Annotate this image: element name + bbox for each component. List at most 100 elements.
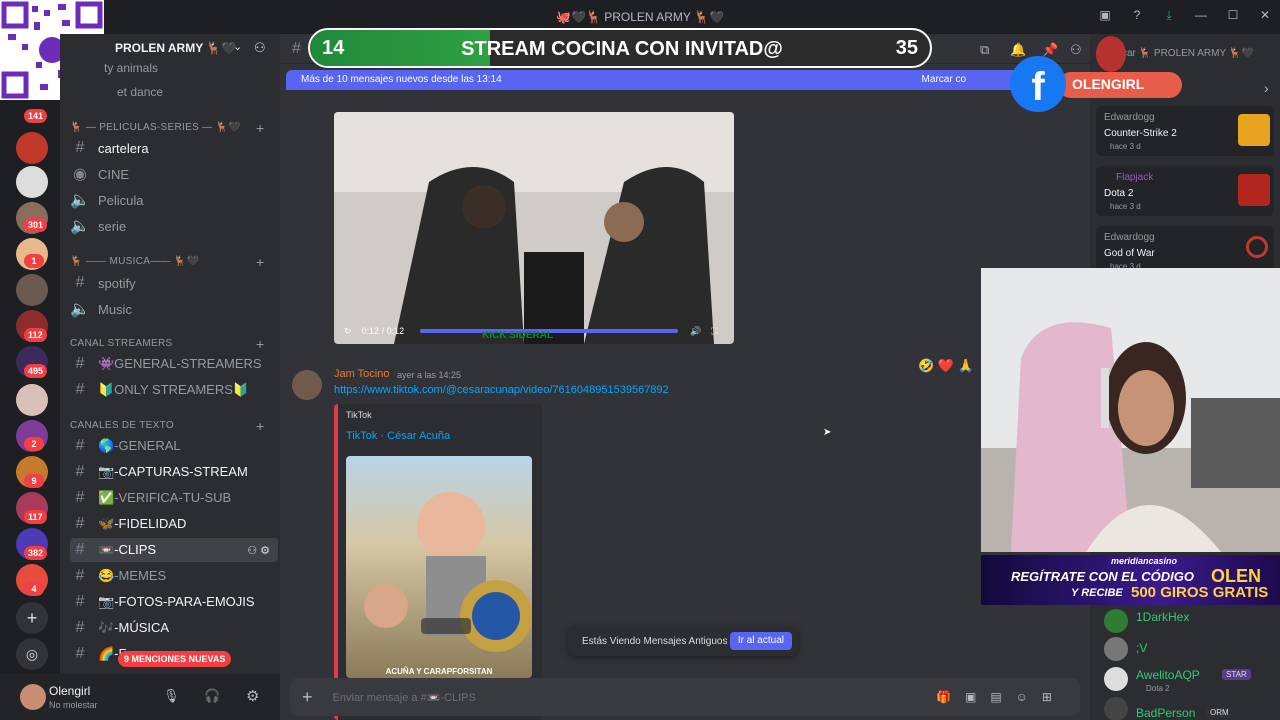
- discord-window: 🐙🖤🦌 PROLEN ARMY 🦌🖤 ▣ ? ⤓ — ☐ ✕ + ◎ 141 3…: [0, 0, 1280, 720]
- message-author[interactable]: Jam Tocino: [334, 368, 389, 380]
- mark-read-link[interactable]: Marcar co: [922, 70, 966, 90]
- help-icon[interactable]: ?: [1130, 8, 1144, 22]
- add-channel-icon[interactable]: +: [256, 254, 264, 270]
- threads-icon[interactable]: ⧉: [980, 42, 989, 58]
- channel-cartelera[interactable]: # cartelera: [70, 136, 278, 160]
- add-channel-icon[interactable]: +: [256, 418, 264, 434]
- new-messages-bar[interactable]: Más de 10 mensajes nuevos desde las 13:1…: [286, 70, 1026, 90]
- channel-cine[interactable]: ◉ CINE: [70, 162, 278, 186]
- download-icon[interactable]: ⤓: [1162, 8, 1176, 22]
- channel-pelicula[interactable]: 🔈 Pelicula: [70, 188, 278, 212]
- add-server-icon[interactable]: +: [16, 602, 48, 634]
- member-name[interactable]: BadPerson: [1136, 706, 1195, 720]
- stage-icon: ◉: [73, 166, 87, 183]
- window-controls: ▣ ? ⤓ — ☐ ✕: [1098, 8, 1272, 22]
- hash-icon: #: [75, 593, 85, 610]
- activity-card[interactable]: Flapjack Dota 2 hace 3 d: [1096, 166, 1274, 216]
- channel-verifica[interactable]: # ✅-VERIFICA-TU-SUB: [70, 486, 278, 510]
- channel-name-partial[interactable]: ty animals: [104, 61, 158, 75]
- channel-label: 🔰ONLY STREAMERS🔰: [98, 382, 250, 397]
- add-member-icon[interactable]: ⚇: [254, 40, 266, 56]
- channel-fidelidad[interactable]: # 🦋-FIDELIDAD: [70, 512, 278, 536]
- channel-spotify[interactable]: # spotify: [70, 271, 278, 295]
- avatar[interactable]: [1104, 609, 1128, 633]
- member-name[interactable]: 1DarkHex: [1136, 610, 1189, 624]
- add-channel-icon[interactable]: +: [256, 120, 264, 136]
- category-texto[interactable]: CANALES DE TEXTO +: [70, 418, 264, 434]
- channel-music[interactable]: 🔈 Music: [70, 297, 278, 321]
- server-icon[interactable]: [16, 384, 48, 416]
- server-icon[interactable]: [16, 166, 48, 198]
- channel-label: Pelicula: [98, 192, 144, 208]
- message-link[interactable]: https://www.tiktok.com/@cesaracunap/vide…: [334, 384, 669, 396]
- maximize-icon[interactable]: ☐: [1226, 8, 1240, 22]
- chevron-down-icon[interactable]: ⌄: [233, 40, 242, 53]
- facebook-name: OLENGIRL: [1072, 76, 1145, 92]
- microphone-icon[interactable]: 🎙: [163, 688, 180, 704]
- headphones-icon[interactable]: 🎧: [204, 688, 220, 704]
- reaction-icons[interactable]: 🤣 ❤️ 🙏: [918, 358, 974, 374]
- avatar[interactable]: [1104, 667, 1128, 691]
- channel-name-partial[interactable]: et dance: [117, 85, 163, 99]
- new-messages-text: Más de 10 mensajes nuevos desde las 13:1…: [301, 74, 502, 85]
- member-tag: ORM: [1206, 707, 1233, 718]
- channel-musica[interactable]: # 🎶-MÚSICA: [70, 616, 278, 640]
- replay-icon[interactable]: ↻: [344, 326, 352, 337]
- channel-label: ✅-VERIFICA-TU-SUB: [98, 490, 232, 505]
- avatar[interactable]: [1104, 637, 1128, 661]
- member-name[interactable]: ;V: [1136, 641, 1147, 655]
- mentions-pill[interactable]: 9 MENCIONES NUEVAS: [118, 651, 232, 667]
- minimize-icon[interactable]: —: [1194, 8, 1208, 22]
- add-channel-icon[interactable]: +: [256, 336, 264, 352]
- channel-clips[interactable]: # 📼-CLIPS ⚇ ⚙: [70, 538, 278, 562]
- embed-thumbnail[interactable]: ACUÑA Y CARAPFORSITAN: [346, 456, 532, 678]
- channel-label: 📷-CAPTURAS-STREAM: [98, 464, 248, 479]
- embed-title[interactable]: TikTok · César Acuña: [346, 430, 450, 442]
- server-name[interactable]: PROLEN ARMY 🦌🖤: [115, 41, 236, 55]
- activity-card[interactable]: Edwardogg Counter-Strike 2 hace 3 d: [1096, 106, 1274, 156]
- channel-capturas[interactable]: # 📷-CAPTURAS-STREAM: [70, 460, 278, 484]
- avatar[interactable]: [1104, 697, 1128, 720]
- hash-icon: #: [75, 463, 85, 480]
- category-musica[interactable]: 🦌 —— MUSICA—— 🦌🖤 +: [70, 254, 264, 270]
- composer-tool-icons[interactable]: 🎁▣▤☺⊞: [936, 690, 1066, 704]
- channel-serie[interactable]: 🔈 serie: [70, 214, 278, 238]
- channel-settings-icons[interactable]: ⚇ ⚙: [247, 544, 270, 557]
- channel-sidebar: PROLEN ARMY 🦌🖤 ⌄ ⚇ ty animals et dance 🦌…: [60, 34, 280, 674]
- fullscreen-icon[interactable]: ⛶: [711, 326, 717, 337]
- category-peliculas[interactable]: 🦌 — PELICULAS-SERIES — 🦌🖤 +: [70, 120, 264, 136]
- settings-icon[interactable]: ⚙: [246, 687, 259, 705]
- video-player[interactable]: ↻ 0:12 / 0:12 🔊 ⛶ KICK SIDERAL: [334, 112, 734, 344]
- channel-label: 🎶-MÚSICA: [98, 620, 170, 635]
- inbox-icon[interactable]: ▣: [1098, 8, 1112, 22]
- close-icon[interactable]: ✕: [1258, 8, 1272, 22]
- mouse-cursor-icon: ➤: [823, 427, 832, 438]
- channel-memes[interactable]: # 😂-MEMES: [70, 564, 278, 588]
- channel-general[interactable]: # 🌎-GENERAL: [70, 434, 278, 458]
- hash-icon: #: [75, 645, 85, 662]
- casino-promo: 500 GIROS GRATIS: [1131, 584, 1269, 601]
- category-label: 🦌 —— MUSICA—— 🦌🖤: [70, 256, 200, 267]
- server-icon[interactable]: [16, 132, 48, 164]
- member-tag: STAR: [1222, 669, 1251, 680]
- hash-icon: #: [75, 489, 85, 506]
- server-icon[interactable]: [16, 274, 48, 306]
- jump-to-present-button[interactable]: Ir al actual: [729, 632, 792, 650]
- unread-badge: 112: [24, 328, 47, 342]
- chevron-right-icon[interactable]: ›: [1264, 80, 1269, 96]
- video-watermark: KICK SIDERAL: [482, 330, 554, 341]
- channel-fotos[interactable]: # 📷-FOTOS-PARA-EMOJIS: [70, 590, 278, 614]
- add-attachment-icon[interactable]: +: [302, 687, 313, 708]
- message-composer[interactable]: + Enviar mensaje a #📼-CLIPS 🎁▣▤☺⊞: [290, 678, 1080, 716]
- avatar[interactable]: [292, 370, 322, 400]
- channel-general-streamers[interactable]: # 👾GENERAL-STREAMERS: [70, 352, 278, 376]
- member-name[interactable]: AwelitoAQP: [1136, 668, 1200, 682]
- volume-icon[interactable]: 🔊: [690, 326, 701, 337]
- unread-badge: 1: [24, 254, 44, 268]
- avatar[interactable]: [20, 684, 46, 710]
- unread-badge: 2: [24, 437, 44, 451]
- channel-only-streamers[interactable]: # 🔰ONLY STREAMERS🔰: [70, 378, 278, 402]
- category-streamers[interactable]: CANAL STREAMERS +: [70, 336, 264, 352]
- unread-badge: 117: [24, 510, 47, 524]
- discover-icon[interactable]: ◎: [16, 638, 48, 670]
